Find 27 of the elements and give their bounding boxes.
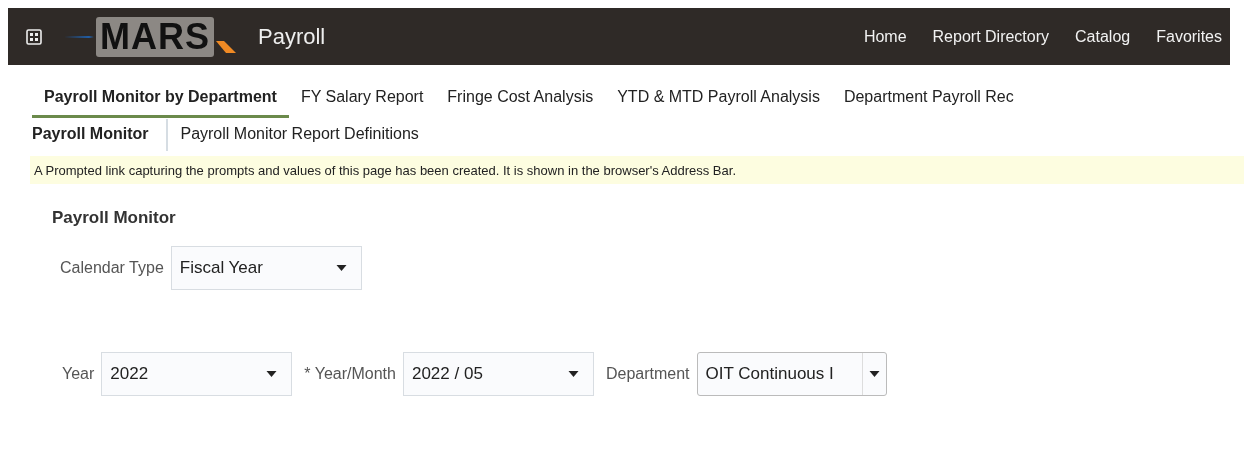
caret-icon [335, 265, 347, 271]
field-label: Department [605, 365, 690, 383]
subtab[interactable]: Payroll Monitor [20, 119, 169, 151]
notice-text: A Prompted link capturing the prompts and values of this page has been created. It is shown in the browser's Address Bar. [34, 162, 736, 178]
caret-icon [868, 371, 880, 377]
nav-link[interactable]: Catalog [1075, 27, 1131, 46]
nav-link[interactable]: Report Directory [932, 27, 1050, 46]
tab[interactable]: Payroll Monitor by Department [32, 85, 289, 118]
app-grid-icon[interactable] [26, 28, 42, 45]
field-label: * Year/Month [304, 365, 396, 383]
tab[interactable]: Department Payroll Rec [831, 85, 1026, 118]
calendar-type-dropdown[interactable]: Fiscal Year [170, 246, 362, 290]
field-label: Calendar Type [60, 259, 164, 277]
tab[interactable]: YTD & MTD Payroll Analysis [605, 85, 832, 118]
nav-link[interactable]: Home [863, 27, 907, 46]
tab[interactable]: Fringe Cost Analysis [435, 85, 606, 118]
tab[interactable]: FY Salary Report [288, 85, 436, 118]
caret-icon [567, 371, 579, 377]
dropdown[interactable]: OIT Continuous I [696, 352, 887, 396]
dropdown[interactable]: 2022 / 05 [402, 352, 594, 396]
app-title: Payroll [258, 23, 326, 50]
section-title: Payroll Monitor [52, 208, 177, 228]
caret-icon [266, 371, 278, 377]
subtab[interactable]: Payroll Monitor Report Definitions [168, 119, 437, 151]
nav-link[interactable]: Favorites [1156, 27, 1222, 46]
dropdown[interactable]: 2022 [101, 352, 293, 396]
field-label: Year [62, 365, 95, 383]
